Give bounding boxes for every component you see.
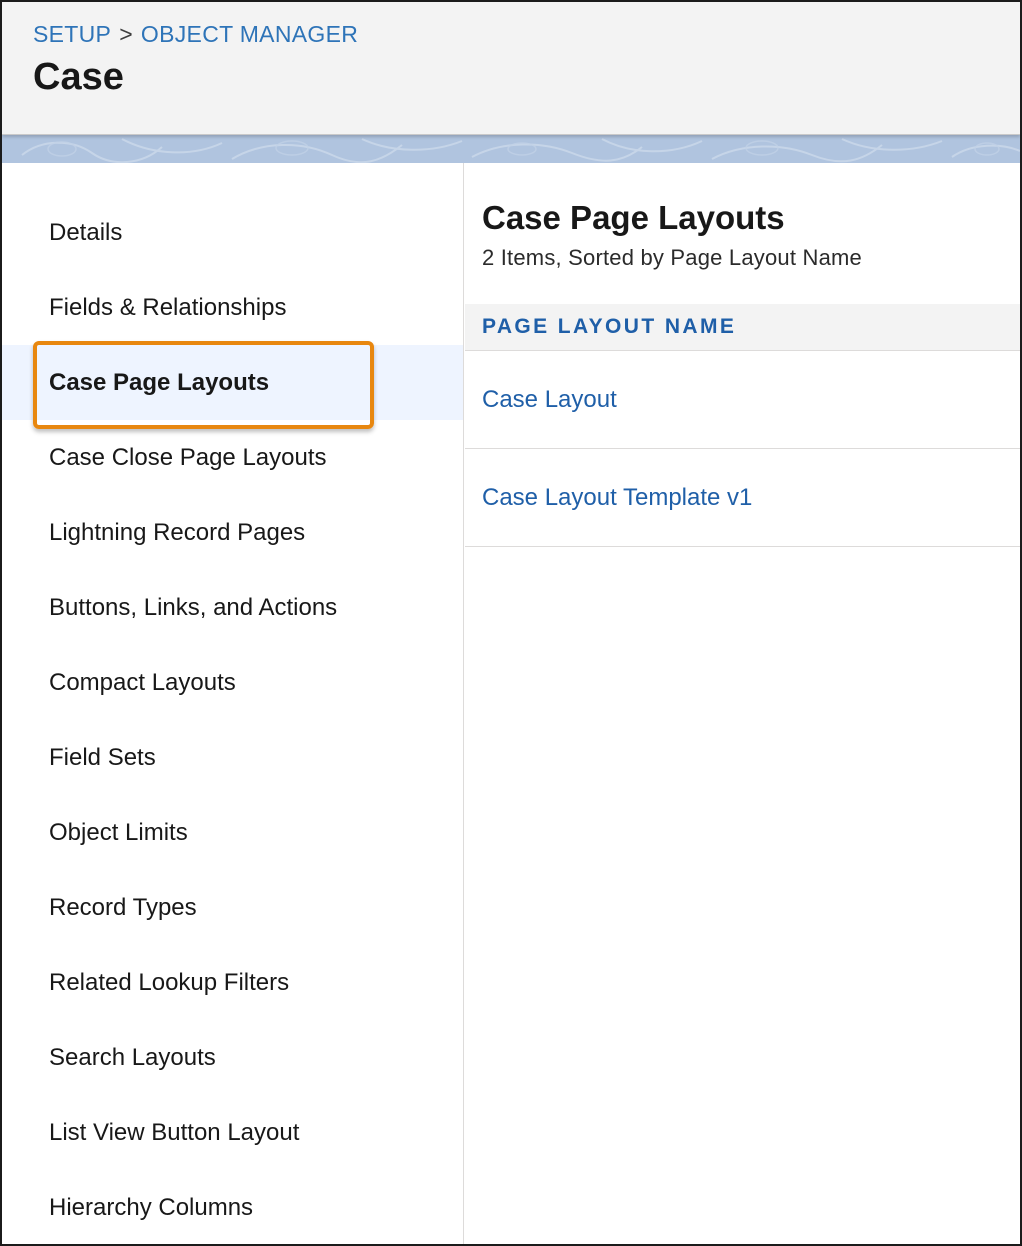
- sidebar-nav: Details Fields & Relationships Case Page…: [2, 195, 463, 1244]
- layouts-table-body: Case Layout Case Layout Template v1: [465, 351, 1020, 547]
- content-title: Case Page Layouts: [482, 199, 785, 236]
- page-header: SETUP > OBJECT MANAGER Case: [2, 2, 1020, 135]
- content-subtitle: 2 Items, Sorted by Page Layout Name: [482, 245, 862, 270]
- banner-pattern-icon: [21, 138, 1020, 163]
- sidebar-item-case-close-page-layouts[interactable]: Case Close Page Layouts: [2, 420, 463, 495]
- sidebar-item-search-layouts[interactable]: Search Layouts: [2, 1020, 463, 1095]
- sidebar-item-related-lookup-filters[interactable]: Related Lookup Filters: [2, 945, 463, 1020]
- sidebar-item-object-limits[interactable]: Object Limits: [2, 795, 463, 870]
- sidebar-item-compact-layouts[interactable]: Compact Layouts: [2, 645, 463, 720]
- table-row: Case Layout: [465, 351, 1020, 449]
- case-layout-template-link[interactable]: Case Layout Template v1: [482, 484, 752, 512]
- sidebar-item-record-types[interactable]: Record Types: [2, 870, 463, 945]
- breadcrumb: SETUP > OBJECT MANAGER: [33, 21, 358, 48]
- sidebar-item-lightning-record-pages[interactable]: Lightning Record Pages: [2, 495, 463, 570]
- sidebar-item-hierarchy-columns[interactable]: Hierarchy Columns: [2, 1170, 463, 1244]
- column-header-page-layout-name[interactable]: PAGE LAYOUT NAME: [465, 304, 1020, 351]
- decorative-banner: [2, 135, 1020, 163]
- app-frame: SETUP > OBJECT MANAGER Case Details Fiel…: [0, 0, 1022, 1246]
- breadcrumb-separator: >: [119, 21, 133, 47]
- sidebar-item-field-sets[interactable]: Field Sets: [2, 720, 463, 795]
- main-content: Case Page Layouts 2 Items, Sorted by Pag…: [465, 163, 1020, 1244]
- sidebar-item-list-view-button-layout[interactable]: List View Button Layout: [2, 1095, 463, 1170]
- sidebar-item-buttons-links-actions[interactable]: Buttons, Links, and Actions: [2, 570, 463, 645]
- breadcrumb-object-manager-link[interactable]: OBJECT MANAGER: [141, 21, 358, 48]
- page-title: Case: [33, 56, 124, 98]
- sidebar-item-fields-relationships[interactable]: Fields & Relationships: [2, 270, 463, 345]
- sidebar-item-case-page-layouts[interactable]: Case Page Layouts: [2, 345, 463, 420]
- breadcrumb-setup-link[interactable]: SETUP: [33, 21, 111, 48]
- sidebar-item-details[interactable]: Details: [2, 195, 463, 270]
- sidebar: Details Fields & Relationships Case Page…: [2, 163, 464, 1244]
- table-row: Case Layout Template v1: [465, 449, 1020, 547]
- case-layout-link[interactable]: Case Layout: [482, 386, 617, 414]
